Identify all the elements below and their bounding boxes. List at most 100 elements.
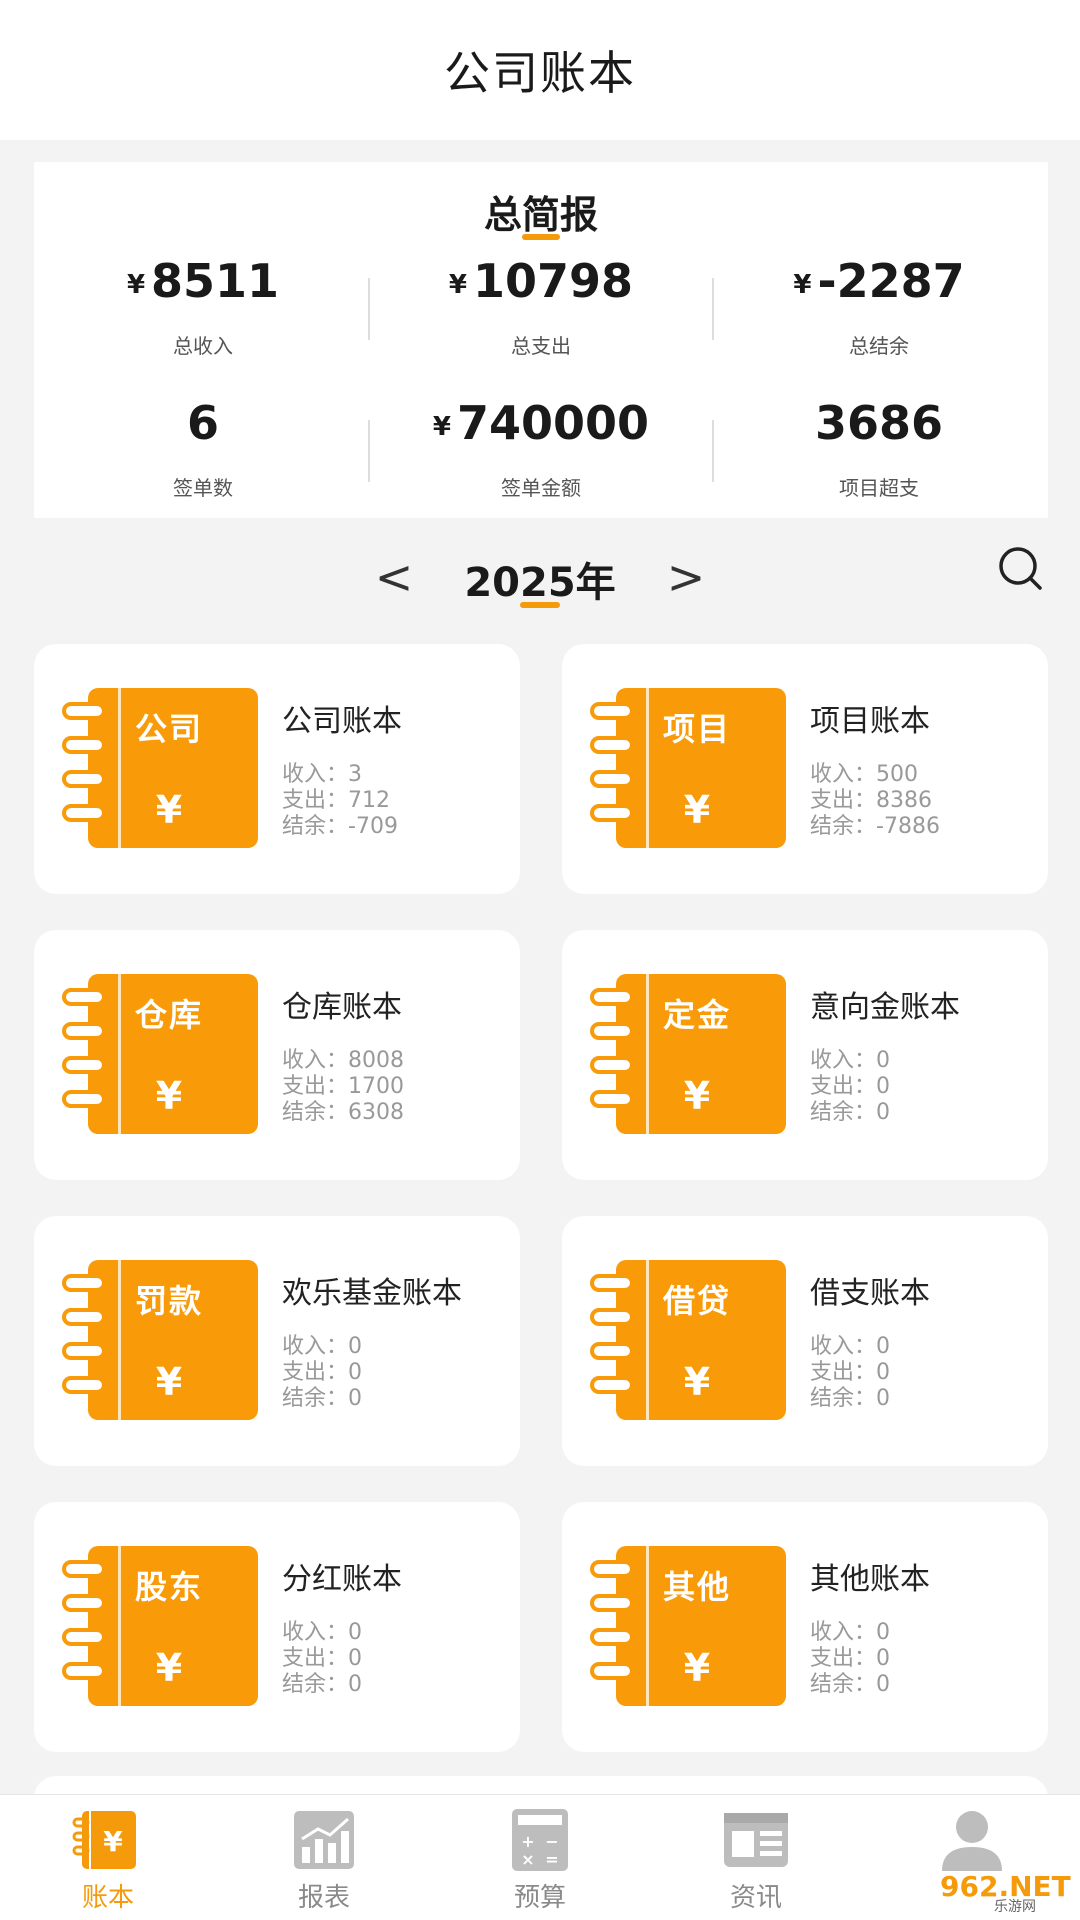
ledger-tag: 定金 <box>662 996 731 1034</box>
ledger-title: 欢乐基金账本 <box>282 1276 462 1311</box>
profile-icon <box>942 1811 1002 1871</box>
ledger-tag: 公司 <box>134 710 203 748</box>
divider <box>368 278 370 340</box>
ledger-title: 分红账本 <box>282 1562 402 1597</box>
summary-title: 总简报 <box>483 193 598 237</box>
ledger-card-other[interactable]: 其他 ¥ 其他账本 收入：0 支出：0 结余：0 <box>562 1502 1048 1752</box>
ledger-card-fine[interactable]: 罚款 ¥ 欢乐基金账本 收入：0 支出：0 结余：0 <box>34 1216 520 1466</box>
stat-label: 总支出 <box>511 334 571 358</box>
ledger-balance: 结余：0 <box>282 1386 363 1411</box>
tab-report[interactable]: 报表 <box>216 1795 432 1920</box>
summary-title-underline <box>522 234 560 240</box>
page-title: 公司账本 <box>444 46 636 100</box>
ledger-card-deposit[interactable]: 定金 ¥ 意向金账本 收入：0 支出：0 结余：0 <box>562 930 1048 1180</box>
stat-deal-amount: ¥740000 签单金额 <box>372 396 710 501</box>
stat-label: 签单金额 <box>501 476 581 500</box>
ledger-book-icon: 仓库 ¥ <box>62 974 258 1134</box>
year-underline <box>520 602 560 608</box>
stat-total-balance: ¥ -2287 总结余 <box>710 254 1048 359</box>
year-label: 2025年 <box>464 560 616 606</box>
yen-icon: ¥ <box>683 788 711 832</box>
news-icon <box>724 1813 788 1867</box>
tab-ledger[interactable]: ¥ 账本 <box>0 1795 216 1920</box>
yen-icon: ¥ <box>155 1074 183 1118</box>
tab-label: 预算 <box>513 1883 566 1913</box>
stat-deal-count: 6 签单数 <box>34 396 372 501</box>
ledger-tag: 罚款 <box>134 1282 203 1320</box>
tab-label: 报表 <box>297 1883 350 1913</box>
ledger-tag: 仓库 <box>134 996 203 1034</box>
ledger-book-icon: 罚款 ¥ <box>62 1260 258 1420</box>
yen-symbol: ¥ <box>126 270 146 300</box>
ledger-book-icon: 其他 ¥ <box>590 1546 786 1706</box>
tab-news[interactable]: 资讯 <box>648 1795 864 1920</box>
prev-year-button[interactable]: < <box>374 550 414 604</box>
search-icon[interactable] <box>996 544 1046 594</box>
ledger-balance: 结余：0 <box>810 1672 891 1697</box>
ledger-balance: 结余：0 <box>810 1386 891 1411</box>
ledger-tag: 其他 <box>662 1568 731 1606</box>
ledger-title: 意向金账本 <box>810 990 960 1025</box>
ledger-card-warehouse[interactable]: 仓库 ¥ 仓库账本 收入：8008 支出：1700 结余：6308 <box>34 930 520 1180</box>
ledger-tag: 借贷 <box>662 1282 731 1320</box>
stat-total-income: ¥8511 总收入 <box>34 254 372 359</box>
ledger-balance: 结余：0 <box>282 1672 363 1697</box>
next-year-button[interactable]: > <box>666 550 706 604</box>
chart-icon <box>294 1811 354 1869</box>
stat-value: ¥8511 <box>126 254 280 308</box>
tab-budget[interactable]: + − × = 预算 <box>432 1795 648 1920</box>
tab-label: 资讯 <box>729 1883 782 1913</box>
ledger-book-icon: 公司 ¥ <box>62 688 258 848</box>
ledger-title: 仓库账本 <box>282 990 402 1025</box>
year-selector: < 2025年 > <box>0 542 1080 614</box>
yen-icon: ¥ <box>683 1074 711 1118</box>
calculator-icon: + − × = <box>512 1809 568 1871</box>
ledger-tag: 项目 <box>662 710 731 748</box>
ledger-card-project[interactable]: 项目 ¥ 项目账本 收入：500 支出：8386 结余：-7886 <box>562 644 1048 894</box>
ledger-tag: 股东 <box>134 1568 203 1606</box>
yen-symbol: ¥ <box>793 270 812 300</box>
yen-icon: ¥ <box>683 1360 711 1404</box>
stat-label: 签单数 <box>173 476 233 500</box>
ledger-book-icon: 股东 ¥ <box>62 1546 258 1706</box>
ledger-book-icon: 项目 ¥ <box>590 688 786 848</box>
summary-panel: 总简报 ¥8511 总收入 ¥10798 总支出 ¥ -2287 总结余 6 签单… <box>34 162 1048 518</box>
ledger-balance: 结余：-709 <box>282 814 398 839</box>
app-header: 公司账本 <box>0 0 1080 140</box>
bottom-tab-bar: ¥ 账本 报表 + − × = 预算 资讯 <box>0 1794 1080 1920</box>
ledger-balance: 结余：6308 <box>282 1100 405 1125</box>
yen-symbol: ¥ <box>448 270 468 300</box>
yen-symbol: ¥ <box>432 412 452 442</box>
svg-text:−: − <box>545 1832 558 1851</box>
yen-icon: ¥ <box>683 1646 711 1690</box>
stat-value: 6 <box>186 396 219 450</box>
stat-label: 总结余 <box>849 334 909 358</box>
stat-value: ¥740000 <box>432 396 650 450</box>
svg-text:=: = <box>545 1850 558 1869</box>
svg-text:¥: ¥ <box>103 1825 123 1858</box>
ledger-title: 其他账本 <box>810 1562 930 1597</box>
stat-label: 项目超支 <box>839 476 919 500</box>
ledger-card-shareholder[interactable]: 股东 ¥ 分红账本 收入：0 支出：0 结余：0 <box>34 1502 520 1752</box>
stat-project-overspend: 3686 项目超支 <box>710 396 1048 501</box>
ledger-book-icon: 借贷 ¥ <box>590 1260 786 1420</box>
stat-total-expense: ¥10798 总支出 <box>372 254 710 359</box>
tab-label: 账本 <box>81 1883 134 1913</box>
svg-text:×: × <box>521 1850 534 1869</box>
stat-value: 3686 <box>814 396 944 450</box>
ledger-title: 公司账本 <box>282 704 402 739</box>
yen-icon: ¥ <box>155 1646 183 1690</box>
stat-value: ¥ -2287 <box>793 254 965 308</box>
ledger-icon: ¥ <box>72 1811 136 1869</box>
ledger-title: 借支账本 <box>810 1276 930 1311</box>
divider <box>368 420 370 482</box>
svg-text:+: + <box>521 1832 534 1851</box>
stat-value: ¥10798 <box>448 254 634 308</box>
ledger-book-icon: 定金 ¥ <box>590 974 786 1134</box>
ledger-card-loan[interactable]: 借贷 ¥ 借支账本 收入：0 支出：0 结余：0 <box>562 1216 1048 1466</box>
ledger-card-company[interactable]: 公司 ¥ 公司账本 收入：3 支出：712 结余：-709 <box>34 644 520 894</box>
yen-icon: ¥ <box>155 1360 183 1404</box>
ledger-title: 项目账本 <box>810 704 930 739</box>
watermark-logo: 962.NET 乐游网 <box>940 1870 1071 1915</box>
ledger-balance: 结余：-7886 <box>810 814 940 839</box>
